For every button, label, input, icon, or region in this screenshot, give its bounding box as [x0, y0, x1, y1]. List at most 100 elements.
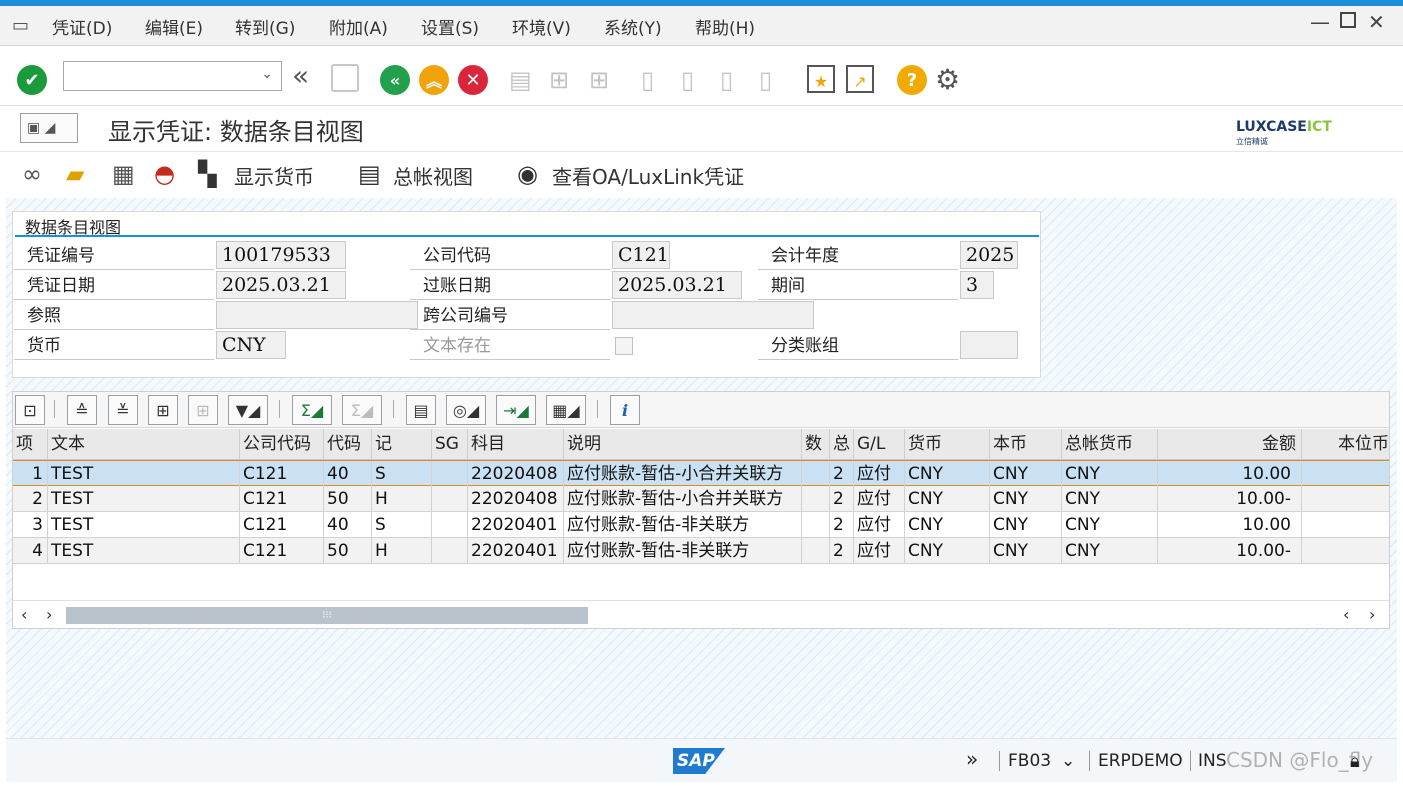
sum-icon[interactable]: Σ◢: [292, 395, 332, 425]
shortcut-icon[interactable]: ↗: [846, 65, 874, 93]
views-icon[interactable]: ◎◢: [446, 395, 486, 425]
period-field[interactable]: 3: [960, 271, 994, 299]
doc-date-field[interactable]: 2025.03.21: [216, 271, 346, 299]
cancel-icon[interactable]: ✕: [458, 65, 488, 95]
separator: [999, 751, 1000, 771]
menu-toggle-button[interactable]: ▣ ◢: [20, 113, 78, 143]
separator: [279, 400, 280, 418]
col-text[interactable]: 文本: [48, 429, 240, 460]
tcode-indicator[interactable]: FB03: [1008, 751, 1051, 771]
posting-date-field[interactable]: 2025.03.21: [612, 271, 742, 299]
menu-icon[interactable]: ▭: [12, 15, 29, 36]
reference-field[interactable]: [216, 301, 418, 329]
col-ledger[interactable]: 总: [830, 429, 854, 460]
col-posting-key[interactable]: 代码: [324, 429, 372, 460]
text-exists-label: 文本存在: [410, 332, 610, 360]
scroll-column-left-icon[interactable]: ‹: [1343, 605, 1349, 624]
col-dc[interactable]: 记: [372, 429, 432, 460]
col-item[interactable]: 项: [13, 429, 48, 460]
menu-environment[interactable]: 环境(V): [512, 14, 571, 39]
collapse-command-icon[interactable]: «: [292, 62, 309, 90]
menu-system[interactable]: 系统(Y): [604, 14, 662, 39]
gear-icon[interactable]: ⚙: [935, 63, 960, 96]
insert-mode-indicator[interactable]: INS: [1198, 751, 1227, 771]
line-items-grid: ⊡ ≙ ≚ ⊞ ⊞ ▼◢ Σ◢ Σ◢ ▤ ◎◢ ⇥◢ ▦◢ i 项 文本 公司代…: [12, 391, 1390, 629]
col-account[interactable]: 科目: [468, 429, 564, 460]
company-code-label: 公司代码: [410, 242, 610, 270]
scroll-left-icon[interactable]: ‹: [21, 605, 27, 624]
find-next-icon: ⊞: [589, 66, 610, 94]
layout-icon[interactable]: ▦◢: [546, 395, 586, 425]
show-currency-button[interactable]: 显示货币: [234, 161, 314, 190]
screen-title-bar: ▣ ◢ 显示凭证: 数据条目视图 LUXCASEICT 立信精诚: [0, 106, 1403, 152]
find-binoculars-icon[interactable]: ⊞: [148, 395, 178, 425]
page-title: 显示凭证: 数据条目视图: [108, 118, 364, 146]
gl-view-icon[interactable]: ▤: [358, 160, 381, 188]
overview-icon[interactable]: ▦: [112, 160, 135, 188]
menu-edit[interactable]: 编辑(E): [145, 14, 203, 39]
command-field[interactable]: ⌄: [63, 61, 282, 91]
menu-extras[interactable]: 附加(A): [329, 14, 388, 39]
exit-icon[interactable]: ︽: [419, 65, 449, 95]
ledger-group-label: 分类账组: [758, 332, 958, 360]
eye-icon[interactable]: ◉: [517, 160, 538, 188]
company-code-field[interactable]: C121: [612, 241, 670, 269]
first-page-icon: ▯: [641, 66, 655, 94]
menu-document[interactable]: 凭证(D): [52, 14, 112, 39]
view-oa-button[interactable]: 查看OA/LuxLink凭证: [552, 161, 744, 190]
col-gl-currency[interactable]: 总帐货币: [1062, 429, 1158, 460]
help-icon[interactable]: ?: [897, 65, 927, 95]
chevron-down-icon[interactable]: ⌄: [1061, 751, 1075, 771]
close-window-icon[interactable]: ✕: [1368, 10, 1385, 34]
minimize-icon[interactable]: —: [1310, 10, 1330, 34]
col-gl[interactable]: G/L: [854, 429, 905, 460]
cross-company-field[interactable]: [612, 301, 814, 329]
create-session-icon[interactable]: ★: [807, 65, 835, 93]
details-icon[interactable]: ⊡: [15, 395, 45, 425]
sort-descending-icon[interactable]: ≚: [108, 395, 138, 425]
sort-ascending-icon[interactable]: ≙: [67, 395, 97, 425]
currency-icon[interactable]: ▚: [198, 160, 216, 188]
col-company-code[interactable]: 公司代码: [240, 429, 324, 460]
col-description[interactable]: 说明: [564, 429, 802, 460]
separator: [597, 400, 598, 418]
col-local-amount[interactable]: 本位币: [1302, 429, 1389, 460]
hat-icon[interactable]: ◓: [154, 160, 175, 188]
chevron-down-icon[interactable]: ⌄: [261, 66, 273, 82]
gl-view-button[interactable]: 总帐视图: [393, 161, 473, 190]
info-icon[interactable]: i: [610, 395, 640, 425]
scroll-right-icon[interactable]: ›: [46, 605, 52, 624]
doc-date-label: 凭证日期: [14, 272, 214, 300]
col-sg[interactable]: SG: [432, 429, 468, 460]
menu-help[interactable]: 帮助(H): [695, 14, 755, 39]
export-icon[interactable]: ⇥◢: [496, 395, 536, 425]
col-count[interactable]: 数: [802, 429, 830, 460]
enter-check-icon[interactable]: ✔: [17, 65, 47, 95]
company-logo: LUXCASEICT 立信精诚: [1236, 119, 1332, 146]
switch-icon[interactable]: ▰: [66, 160, 84, 188]
filter-icon[interactable]: ▼◢: [228, 395, 268, 425]
menu-settings[interactable]: 设置(S): [421, 14, 479, 39]
back-icon[interactable]: «: [380, 65, 410, 95]
currency-field[interactable]: CNY: [216, 331, 286, 359]
table-row[interactable]: 1 TEST C121 40 S 22020408 应付账款-暂估-小合并关联方…: [13, 460, 1389, 487]
status-expand-icon[interactable]: »: [966, 747, 978, 771]
menu-bar: ▭ 凭证(D) 编辑(E) 转到(G) 附加(A) 设置(S) 环境(V) 系统…: [0, 6, 1403, 46]
horizontal-scrollbar[interactable]: ‹ › ⁝⁝⁝ ‹ ›: [13, 600, 1389, 628]
print-grid-icon[interactable]: ▤: [406, 395, 436, 425]
scroll-column-right-icon[interactable]: ›: [1369, 605, 1375, 624]
col-local-currency[interactable]: 本币: [990, 429, 1062, 460]
maximize-icon[interactable]: [1340, 12, 1356, 28]
table-row[interactable]: 2 TEST C121 50 H 22020408 应付账款-暂估-小合并关联方…: [13, 486, 1389, 512]
doc-number-field[interactable]: 100179533: [216, 241, 346, 269]
find-icon: ⊞: [549, 66, 570, 94]
col-amount[interactable]: 金额: [1158, 429, 1302, 460]
ledger-group-field[interactable]: [960, 331, 1018, 359]
display-glasses-icon[interactable]: ∞: [22, 160, 42, 188]
col-currency[interactable]: 货币: [905, 429, 990, 460]
menu-goto[interactable]: 转到(G): [235, 14, 295, 39]
scroll-thumb[interactable]: ⁝⁝⁝: [66, 607, 588, 624]
table-row[interactable]: 3 TEST C121 40 S 22020401 应付账款-暂估-非关联方 2…: [13, 512, 1389, 538]
fiscal-year-field[interactable]: 2025: [960, 241, 1018, 269]
table-row[interactable]: 4 TEST C121 50 H 22020401 应付账款-暂估-非关联方 2…: [13, 538, 1389, 564]
